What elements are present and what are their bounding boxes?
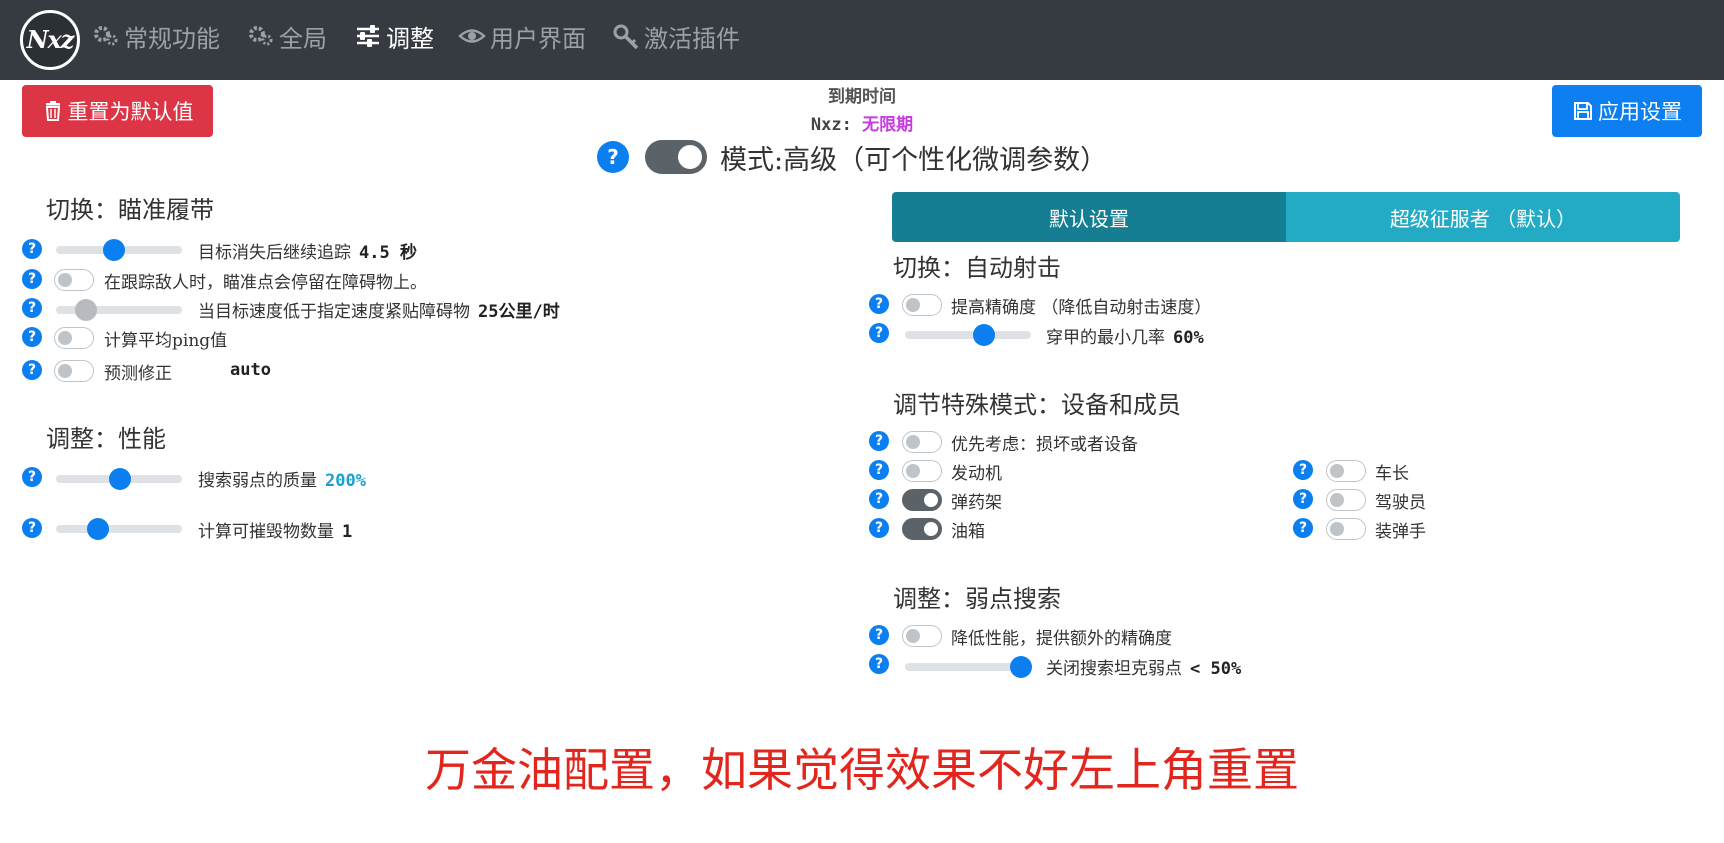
help-icon[interactable]: ? <box>869 654 889 674</box>
track-duration-label: 目标消失后继续追踪 4.5 秒 <box>198 243 417 263</box>
help-icon[interactable]: ? <box>869 625 889 645</box>
nav-tab-label: 调整 <box>386 24 434 53</box>
expiry-line: Nxz: 无限期 <box>0 110 1724 135</box>
section-title-special: 调节特殊模式：设备和成员 <box>893 391 1181 419</box>
nav-tab-label: 用户界面 <box>490 24 586 53</box>
gears-icon <box>249 26 273 46</box>
commander-label: 车长 <box>1375 464 1409 484</box>
speed-threshold-value: 25公里/时 <box>478 302 560 322</box>
help-icon[interactable]: ? <box>22 518 42 538</box>
destructible-count-slider[interactable] <box>56 516 182 542</box>
mode-help-icon[interactable]: ? <box>597 141 629 173</box>
driver-label: 驾驶员 <box>1375 493 1426 513</box>
commander-toggle[interactable] <box>1326 460 1366 482</box>
extra-accuracy-label: 降低性能，提供额外的精确度 <box>951 629 1172 649</box>
mode-toggle[interactable] <box>645 140 707 174</box>
logo: Nxz <box>20 10 80 70</box>
nav-tab-label: 常规功能 <box>124 24 220 53</box>
ammo-rack-label: 弹药架 <box>951 493 1002 513</box>
help-icon[interactable]: ? <box>869 294 889 314</box>
video-caption: 万金油配置，如果觉得效果不好左上角重置 <box>425 743 1299 797</box>
help-icon[interactable]: ? <box>869 323 889 343</box>
weakspot-quality-label: 搜索弱点的质量 200% <box>198 471 366 491</box>
help-icon[interactable]: ? <box>1293 460 1313 480</box>
mode-label: 模式:高级（可个性化微调参数） <box>720 145 1108 176</box>
section-title-autofire: 切换：自动射击 <box>893 254 1061 282</box>
speed-threshold-label: 当目标速度低于指定速度紧贴障碍物 25公里/时 <box>198 302 560 322</box>
prediction-label: 预测修正 <box>104 364 172 384</box>
accuracy-toggle[interactable] <box>902 294 942 316</box>
priority-label: 优先考虑：损坏或者设备 <box>951 435 1138 455</box>
engine-toggle[interactable] <box>902 460 942 482</box>
weakspot-quality-slider[interactable] <box>56 466 182 492</box>
tab-default-settings[interactable]: 默认设置 <box>892 192 1286 242</box>
fuel-tank-toggle[interactable] <box>902 518 942 540</box>
extra-accuracy-toggle[interactable] <box>902 625 942 647</box>
nav-tab-label: 激活插件 <box>644 24 740 53</box>
help-icon[interactable]: ? <box>22 269 42 289</box>
preset-tabs: 默认设置 超级征服者 （默认） <box>892 192 1680 242</box>
weakspot-threshold-slider[interactable] <box>905 654 1032 680</box>
nav-tab-activate-plugin[interactable]: 激活插件 <box>612 18 740 54</box>
stick-obstacle-toggle[interactable] <box>54 269 94 291</box>
weakspot-quality-value: 200% <box>325 471 366 491</box>
avg-ping-toggle[interactable] <box>54 327 94 349</box>
nav-tab-ui[interactable]: 用户界面 <box>458 18 586 54</box>
help-icon[interactable]: ? <box>22 239 42 259</box>
weakspot-threshold-label: 关闭搜索坦克弱点 < 50% <box>1046 659 1242 679</box>
penetration-chance-slider[interactable] <box>905 322 1031 348</box>
help-icon[interactable]: ? <box>22 360 42 380</box>
speed-threshold-slider[interactable] <box>56 297 182 323</box>
nav-tab-general[interactable]: 常规功能 <box>92 18 220 54</box>
section-title-performance: 调整：性能 <box>46 425 166 453</box>
gears-icon <box>94 26 118 46</box>
nav-tab-label: 全局 <box>279 24 327 53</box>
weakspot-threshold-value: < 50% <box>1190 659 1242 679</box>
help-icon[interactable]: ? <box>22 298 42 318</box>
loader-label: 装弹手 <box>1375 522 1426 542</box>
penetration-chance-label: 穿甲的最小几率 60% <box>1046 328 1204 348</box>
fuel-tank-label: 油箱 <box>951 522 985 542</box>
stick-obstacle-label: 在跟踪敌人时，瞄准点会停留在障碍物上。 <box>104 273 427 293</box>
nav-tab-global[interactable]: 全局 <box>247 18 327 54</box>
help-icon[interactable]: ? <box>22 467 42 487</box>
loader-toggle[interactable] <box>1326 518 1366 540</box>
tab-super-conqueror[interactable]: 超级征服者 （默认） <box>1286 192 1680 242</box>
help-icon[interactable]: ? <box>869 460 889 480</box>
engine-label: 发动机 <box>951 464 1002 484</box>
help-icon[interactable]: ? <box>1293 518 1313 538</box>
destructible-count-label: 计算可摧毁物数量 1 <box>198 522 353 542</box>
prediction-value: auto <box>230 360 271 380</box>
destructible-count-value: 1 <box>342 522 353 542</box>
help-icon[interactable]: ? <box>869 431 889 451</box>
driver-toggle[interactable] <box>1326 489 1366 511</box>
expiry-value: 无限期 <box>862 115 914 135</box>
accuracy-label: 提高精确度 （降低自动射击速度） <box>951 298 1212 318</box>
avg-ping-label: 计算平均ping值 <box>104 331 228 351</box>
section-title-weakspot: 调整：弱点搜索 <box>893 585 1061 613</box>
nav-tab-tuning[interactable]: 调整 <box>354 18 434 54</box>
sliders-icon <box>357 25 379 47</box>
help-icon[interactable]: ? <box>1293 489 1313 509</box>
prediction-toggle[interactable] <box>54 360 94 382</box>
help-icon[interactable]: ? <box>869 518 889 538</box>
expiry-label: 到期时间 <box>828 87 896 107</box>
track-duration-slider[interactable] <box>56 237 182 263</box>
help-icon[interactable]: ? <box>22 327 42 347</box>
ammo-rack-toggle[interactable] <box>902 489 942 511</box>
eye-icon <box>458 29 486 43</box>
key-icon <box>613 24 639 50</box>
penetration-chance-value: 60% <box>1173 328 1204 348</box>
expiry-user: Nxz: <box>810 115 852 135</box>
track-duration-value: 4.5 秒 <box>359 243 417 263</box>
priority-toggle[interactable] <box>902 431 942 453</box>
section-title-tracks: 切换：瞄准履带 <box>46 196 214 224</box>
top-nav: Nxz 常规功能 全局 调整 用户界面 激活插件 <box>0 0 1724 80</box>
help-icon[interactable]: ? <box>869 489 889 509</box>
